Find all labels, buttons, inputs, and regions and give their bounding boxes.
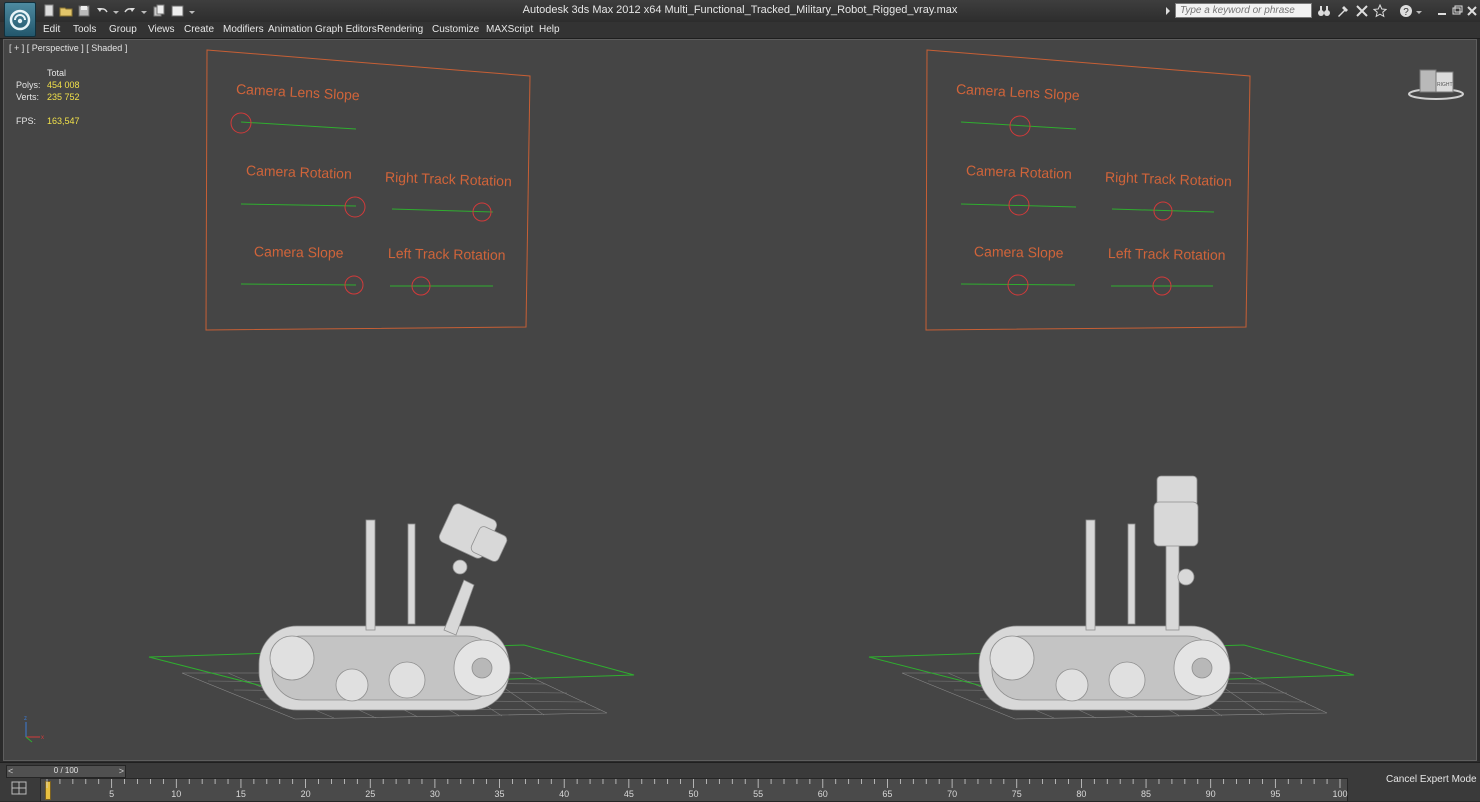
scene-drawing: RIGHT z x: [24, 49, 1464, 743]
3dsmax-logo-icon: [9, 9, 31, 30]
camera-slope-label: Camera Slope: [973, 243, 1064, 261]
timeline-tick-label: 20: [300, 789, 311, 799]
save-icon[interactable]: [77, 4, 91, 18]
menu-graph-editors[interactable]: Graph Editors: [315, 24, 377, 35]
axis-x-label: x: [41, 735, 44, 741]
app-menu-button[interactable]: [4, 2, 36, 37]
camera-lens-slope-handle: [230, 112, 252, 134]
search-input[interactable]: [1175, 3, 1312, 18]
cancel-expert-mode-button[interactable]: Cancel Expert Mode: [1386, 774, 1477, 785]
timeline-tick-label: 95: [1270, 789, 1281, 799]
camera-slope-label: Camera Slope: [253, 243, 344, 261]
timeline-tick-label: 35: [494, 789, 505, 799]
timeline-tick-label: 75: [1011, 789, 1022, 799]
viewcube-face-label: RIGHT: [1437, 82, 1453, 88]
timeline-tick-label: 100: [1332, 789, 1348, 799]
timeline-tick-label: 80: [1076, 789, 1087, 799]
left-track-rotation-label: Left Track Rotation: [1107, 244, 1226, 264]
timeline-tick-label: 90: [1205, 789, 1216, 799]
menu-views[interactable]: Views: [148, 24, 175, 35]
timeline-tick-label: 45: [623, 789, 634, 799]
minimize-icon[interactable]: [1435, 4, 1449, 18]
timeline-tick-label: 5: [109, 789, 115, 799]
redo-dropdown-icon[interactable]: [140, 4, 148, 18]
communication-center-icon[interactable]: [1336, 4, 1350, 18]
undo-dropdown-icon[interactable]: [112, 4, 120, 18]
close-icon[interactable]: [1465, 4, 1479, 18]
customize-quick-access-dropdown-icon[interactable]: [188, 4, 196, 18]
timeline-area: < 0 / 100 > 5 10 15 20 25 30 35 40 45 50 55 60 65 70 7…: [0, 762, 1480, 802]
svg-text:?: ?: [1403, 7, 1409, 18]
timeline-tick-label: 85: [1141, 789, 1152, 799]
timeline-tick-label: 25: [365, 789, 376, 799]
menu-rendering[interactable]: Rendering: [377, 24, 423, 35]
tracked-robot-model: [978, 475, 1231, 711]
axis-z-label: z: [24, 716, 27, 722]
time-slider[interactable]: < 0 / 100 >: [6, 765, 126, 778]
menu-tools[interactable]: Tools: [73, 24, 96, 35]
menu-bar: Edit Tools Group Views Create Modifiers …: [0, 22, 1480, 39]
timeline-tick-label: 55: [753, 789, 764, 799]
open-file-icon[interactable]: [59, 4, 73, 18]
new-file-icon[interactable]: [42, 4, 56, 18]
menu-create[interactable]: Create: [184, 24, 214, 35]
menu-modifiers[interactable]: Modifiers: [223, 24, 264, 35]
timeline-tick-label: 30: [429, 789, 440, 799]
timeline-tick-label: 40: [559, 789, 570, 799]
timeline-tick-label: 60: [817, 789, 828, 799]
title-bar: Autodesk 3ds Max 2012 x64 Multi_Function…: [0, 0, 1480, 37]
timeline-track[interactable]: 5 10 15 20 25 30 35 40 45 50 55 60 65 70 75 80 85 90 95 100: [40, 778, 1348, 802]
menu-maxscript[interactable]: MAXScript: [486, 24, 533, 35]
tracked-robot-model: [258, 503, 511, 711]
time-slider-next-button[interactable]: >: [119, 766, 124, 776]
time-slider-position: 0 / 100: [53, 766, 79, 775]
favorites-star-icon[interactable]: [1372, 3, 1388, 18]
window-icon[interactable]: [171, 4, 185, 18]
help-dropdown-icon[interactable]: [1415, 4, 1423, 18]
mini-curve-editor-icon[interactable]: [8, 779, 32, 797]
timeline-tick-label: 50: [688, 789, 699, 799]
hold-icon[interactable]: [152, 4, 166, 18]
viewcube-icon: RIGHT: [1408, 69, 1464, 100]
menu-animation[interactable]: Animation: [268, 24, 312, 35]
camera-rotation-handle: [344, 196, 366, 218]
menu-customize[interactable]: Customize: [432, 24, 479, 35]
tools-icon[interactable]: [1355, 4, 1369, 18]
axis-tripod-icon: z x: [24, 716, 44, 743]
timeline-tick-label: 70: [947, 789, 958, 799]
perspective-viewport[interactable]: [ + ] [ Perspective ] [ Shaded ] Total P…: [3, 39, 1477, 761]
binoculars-icon[interactable]: [1317, 4, 1331, 18]
timeline-tick-label: 65: [882, 789, 893, 799]
menu-group[interactable]: Group: [109, 24, 137, 35]
menu-edit[interactable]: Edit: [43, 24, 60, 35]
timeline-tick-label: 10: [171, 789, 182, 799]
undo-icon[interactable]: [95, 4, 109, 18]
redo-icon[interactable]: [123, 4, 137, 18]
timeline-ticks: [46, 779, 1341, 788]
timeline-tick-label: 15: [235, 789, 246, 799]
menu-help[interactable]: Help: [539, 24, 560, 35]
left-track-rotation-label: Left Track Rotation: [387, 244, 506, 264]
search-expand-icon[interactable]: [1164, 4, 1172, 18]
restore-icon[interactable]: [1450, 4, 1464, 18]
help-icon[interactable]: ?: [1399, 4, 1413, 18]
